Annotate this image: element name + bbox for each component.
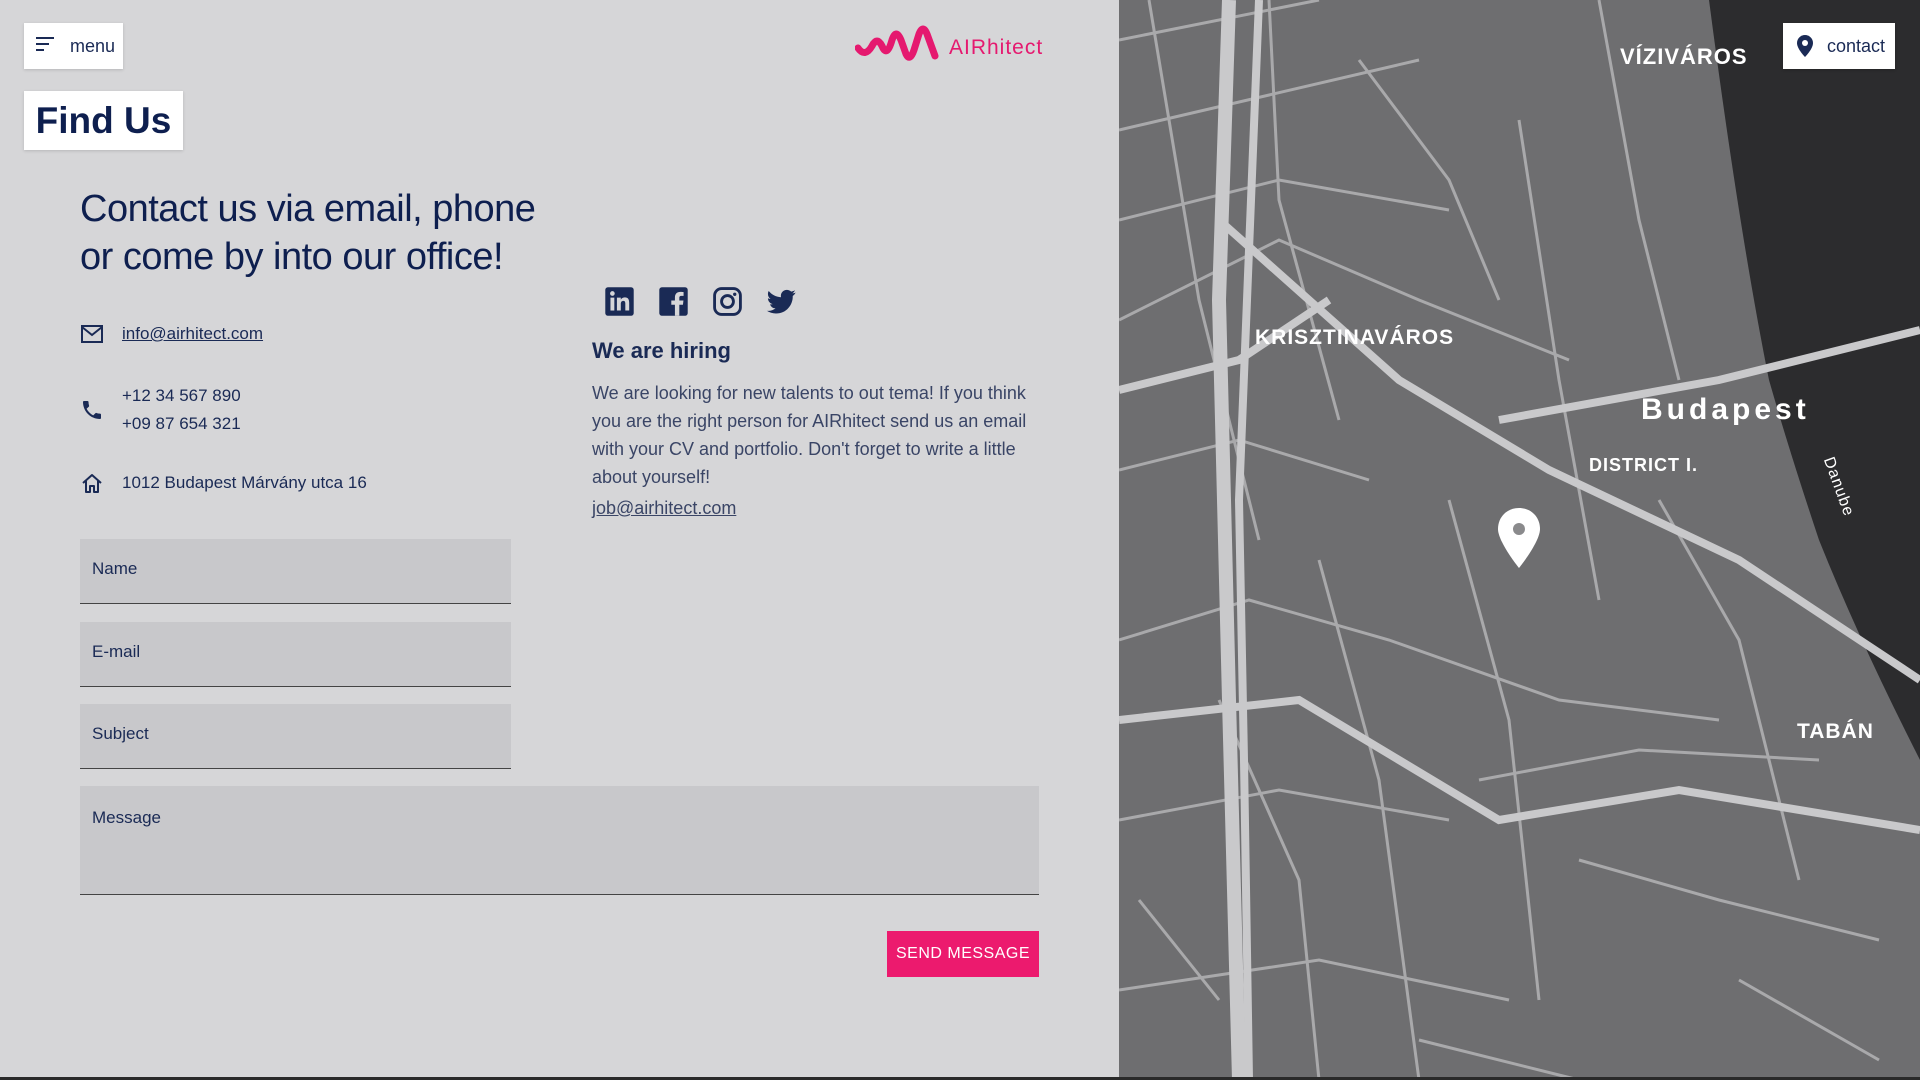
home-icon <box>82 474 102 493</box>
map-label-district: DISTRICT I. <box>1589 455 1698 475</box>
location-pin-icon[interactable] <box>1498 508 1540 568</box>
page-title: Find Us <box>35 99 172 141</box>
menu-icon <box>36 36 56 57</box>
linkedin-icon[interactable] <box>604 286 635 317</box>
phone-row: +12 34 567 890 +09 87 654 321 <box>80 382 241 438</box>
phone-icon <box>83 401 101 419</box>
map-label-taban: TABÁN <box>1797 720 1874 743</box>
email-row: info@airhitect.com <box>80 320 263 348</box>
hiring-title: We are hiring <box>592 338 731 363</box>
instagram-icon[interactable] <box>712 286 743 317</box>
menu-button[interactable]: menu <box>24 23 123 69</box>
contact-label: contact <box>1827 35 1886 56</box>
brand-name: AIRhitect <box>949 36 1044 59</box>
map[interactable]: VÍZIVÁROS KRISZTINAVÁROS Budapest DISTRI… <box>1119 0 1920 1080</box>
phone-number-2[interactable]: +09 87 654 321 <box>122 410 241 438</box>
address-text: 1012 Budapest Márvány utca 16 <box>122 473 367 492</box>
map-label-budapest: Budapest <box>1641 393 1810 426</box>
logo-wave-icon <box>855 25 939 61</box>
menu-label: menu <box>70 35 116 56</box>
page-title-box: Find Us <box>24 91 183 150</box>
address-row: 1012 Budapest Márvány utca 16 <box>80 469 367 497</box>
phone-number-1[interactable]: +12 34 567 890 <box>122 382 241 410</box>
phone-numbers: +12 34 567 890 +09 87 654 321 <box>122 382 241 438</box>
twitter-icon[interactable] <box>766 286 797 317</box>
email-field[interactable]: E-mail <box>80 622 511 687</box>
email-link[interactable]: info@airhitect.com <box>122 320 263 348</box>
subject-field[interactable]: Subject <box>80 704 511 769</box>
headline-line-2: or come by into our office! <box>80 236 504 278</box>
intro-headline: Contact us via email, phone or come by i… <box>80 185 560 281</box>
headline-line-1: Contact us via email, phone <box>80 188 536 230</box>
contact-button[interactable]: contact <box>1783 23 1895 69</box>
job-email-link[interactable]: job@airhitect.com <box>592 498 736 519</box>
map-label-krisztinavaros: KRISZTINAVÁROS <box>1255 326 1455 349</box>
map-label-vizivaros: VÍZIVÁROS <box>1620 44 1748 69</box>
name-field[interactable]: Name <box>80 539 511 604</box>
contact-panel: menu Find Us AIRhitect Contact us via em… <box>0 0 1119 1080</box>
location-pin-icon <box>1797 35 1813 57</box>
send-message-button[interactable]: SEND MESSAGE <box>887 931 1039 977</box>
map-canvas <box>1119 0 1920 1080</box>
message-field[interactable]: Message <box>80 786 1039 895</box>
social-links <box>604 286 797 317</box>
hiring-text: We are looking for new talents to out te… <box>592 383 1027 487</box>
facebook-icon[interactable] <box>658 286 689 317</box>
brand-logo[interactable]: AIRhitect <box>855 24 1043 62</box>
mail-icon <box>81 325 103 343</box>
